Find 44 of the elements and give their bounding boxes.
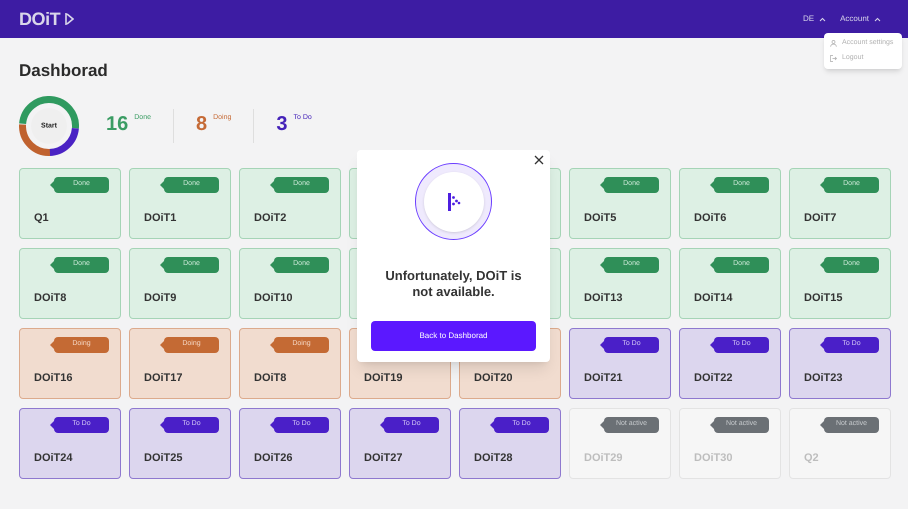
tile-title: DOiT8 bbox=[254, 371, 286, 386]
tile-title: DOiT15 bbox=[804, 291, 843, 306]
logo-icon bbox=[65, 12, 74, 26]
tile-title: DOiT23 bbox=[804, 371, 843, 386]
tile-title: DOiT7 bbox=[804, 211, 836, 226]
tile-title: DOiT29 bbox=[584, 451, 623, 466]
tile-title: DOiT25 bbox=[144, 451, 183, 466]
donut-chart-drawing bbox=[19, 96, 79, 156]
caret-icon bbox=[819, 16, 826, 22]
back-to-dashboard-button[interactable]: Back to Dashborad bbox=[371, 321, 536, 351]
tile-title: DOiT6 bbox=[694, 211, 726, 226]
stat-count: 3 bbox=[276, 112, 288, 134]
tile-title: DOiT20 bbox=[474, 371, 513, 386]
caret-icon bbox=[874, 16, 881, 22]
tile-title: DOiT13 bbox=[584, 291, 623, 306]
stat-count: 8 bbox=[196, 112, 208, 134]
close-icon[interactable] bbox=[533, 154, 545, 166]
logo-text: DOiT bbox=[19, 8, 60, 30]
tile-title: DOiT19 bbox=[364, 371, 403, 386]
tile-title: Q1 bbox=[34, 211, 49, 226]
tile-title: DOiT30 bbox=[694, 451, 733, 466]
tile-title: DOiT16 bbox=[34, 371, 73, 386]
tile-title: DOiT27 bbox=[364, 451, 403, 466]
dialog-message: Unfortunately, DOiT is not available. bbox=[384, 268, 523, 300]
tile-title: DOiT5 bbox=[584, 211, 616, 226]
tile-title: DOiT22 bbox=[694, 371, 733, 386]
tile-title: DOiT26 bbox=[254, 451, 293, 466]
tile-title: Q2 bbox=[804, 451, 819, 466]
tile-title: DOiT28 bbox=[474, 451, 513, 466]
tile-title: DOiT10 bbox=[254, 291, 293, 306]
account-dropdown[interactable]: Account bbox=[840, 13, 881, 25]
tile-title: DOiT2 bbox=[254, 211, 286, 226]
tile-title: DOiT17 bbox=[144, 371, 183, 386]
tile-title: DOiT1 bbox=[144, 211, 176, 226]
tile-title: DOiT24 bbox=[34, 451, 73, 466]
tile-title: DOiT9 bbox=[144, 291, 176, 306]
tile-title: DOiT14 bbox=[694, 291, 733, 306]
tile-title: DOiT8 bbox=[34, 291, 66, 306]
logout-icon bbox=[830, 55, 837, 62]
person-icon bbox=[830, 40, 837, 47]
stat-count: 16 bbox=[106, 112, 128, 134]
page-title: Dashborad bbox=[19, 60, 108, 82]
language-dropdown[interactable]: DE bbox=[802, 13, 826, 25]
tile-title: DOiT21 bbox=[584, 371, 623, 386]
